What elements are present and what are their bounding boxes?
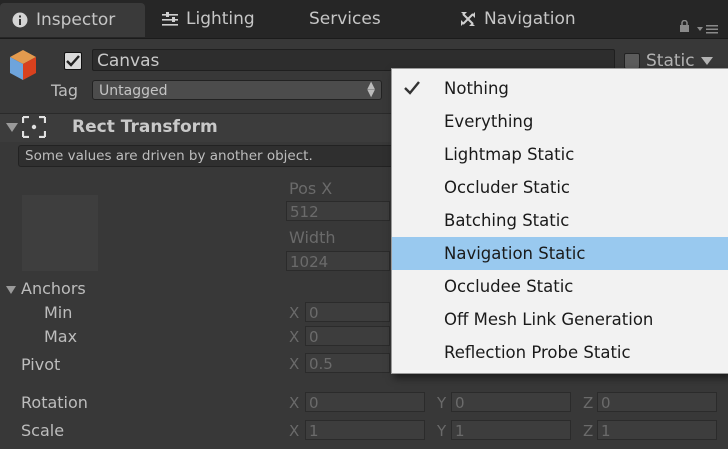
component-title: Rect Transform [72,117,218,137]
menu-item-label: Reflection Probe Static [444,343,631,362]
pos-x-field[interactable]: 512 [286,201,390,221]
menu-item-label: Batching Static [444,211,570,230]
anchor-max-x-field[interactable]: 0 [305,326,390,346]
static-flags-menu: Nothing Everything Lightmap Static Occlu… [391,68,728,374]
updown-arrows-icon: ▲ ▼ [367,80,375,99]
anchor-preset-button[interactable] [22,195,98,271]
menu-item-occluder-static[interactable]: Occluder Static [392,171,728,204]
tab-navigation[interactable]: Navigation [460,0,576,38]
anchor-min-x-field[interactable]: 0 [305,302,390,322]
tab-label: Navigation [484,9,576,29]
rect-transform-icon [21,115,47,142]
axis-y-label: Y [437,422,447,440]
scale-label: Scale [21,421,65,440]
axis-x-label: X [289,394,300,412]
axis-z-label: Z [583,394,594,412]
scale-y-field[interactable]: 1 [451,420,571,440]
menu-item-label: Everything [444,112,534,131]
sliders-icon [162,12,178,26]
pos-x-label: Pos X [289,179,333,198]
menu-item-reflection-probe-static[interactable]: Reflection Probe Static [392,336,728,369]
tag-value: Untagged [99,83,168,99]
menu-item-label: Occludee Static [444,277,574,296]
tab-lighting[interactable]: Lighting [162,0,255,38]
menu-item-lightmap-static[interactable]: Lightmap Static [392,138,728,171]
menu-item-batching-static[interactable]: Batching Static [392,204,728,237]
scale-x-field[interactable]: 1 [305,420,425,440]
rotation-y-field[interactable]: 0 [451,392,571,412]
menu-item-occludee-static[interactable]: Occludee Static [392,270,728,303]
menu-item-nothing[interactable]: Nothing [392,72,728,105]
anchor-min-label: Min [44,303,73,322]
menu-item-everything[interactable]: Everything [392,105,728,138]
dropdown-arrow-icon[interactable] [700,57,713,65]
menu-item-label: Navigation Static [444,244,586,263]
menu-icon[interactable] [697,22,719,38]
pivot-label: Pivot [21,355,61,374]
rotation-label: Rotation [21,393,88,412]
info-icon [12,12,28,28]
lock-icon[interactable] [679,19,690,36]
width-label: Width [289,228,336,247]
tag-dropdown[interactable]: Untagged ▲ ▼ [92,80,382,100]
axis-x-label: X [289,422,300,440]
pivot-x-field[interactable]: 0.5 [305,353,390,373]
checkmark-icon [66,55,80,67]
tab-inspector[interactable]: Inspector [0,3,145,37]
menu-item-label: Off Mesh Link Generation [444,310,654,329]
check-icon [404,81,420,95]
menu-item-label: Nothing [444,79,509,98]
active-checkbox[interactable] [64,52,82,70]
width-field[interactable]: 1024 [286,251,390,271]
menu-item-label: Lightmap Static [444,145,575,164]
tab-label: Lighting [186,9,255,29]
menu-item-label: Occluder Static [444,178,571,197]
anchors-label: Anchors [21,279,86,298]
rotation-z-field[interactable]: 0 [597,392,717,412]
foldout-arrow-icon[interactable] [6,121,18,137]
tag-label: Tag [51,81,79,100]
static-checkbox[interactable] [624,53,640,69]
gameobject-cube-icon [8,48,38,82]
axis-z-label: Z [583,422,594,440]
axis-x-label: X [289,355,300,373]
tab-label: Services [309,9,381,29]
menu-item-off-mesh-link-generation[interactable]: Off Mesh Link Generation [392,303,728,336]
anchors-foldout-icon[interactable] [6,282,16,298]
axis-x-label: X [289,304,300,322]
axis-y-label: Y [437,394,447,412]
rotation-x-field[interactable]: 0 [305,392,425,412]
tab-label: Inspector [36,10,116,30]
scale-z-field[interactable]: 1 [597,420,717,440]
driven-notice: Some values are driven by another object… [18,145,438,167]
navigation-icon [460,11,476,27]
tab-services[interactable]: Services [309,0,381,38]
axis-x-label: X [289,328,300,346]
anchor-max-label: Max [44,327,78,346]
menu-item-navigation-static[interactable]: Navigation Static [392,237,728,270]
